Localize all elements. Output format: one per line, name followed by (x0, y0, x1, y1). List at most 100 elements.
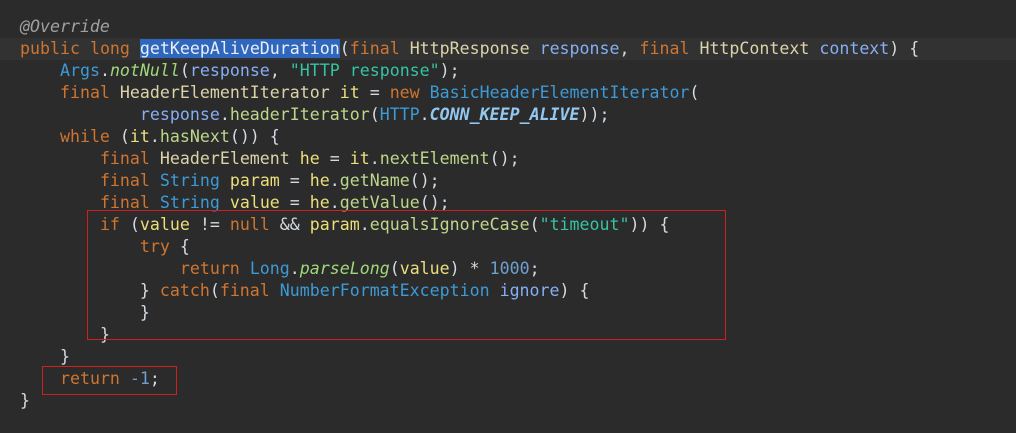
variable-name: value (229, 193, 280, 212)
variable-name: he (299, 149, 320, 168)
variable-name: param (309, 215, 360, 234)
string-literal: "timeout" (539, 215, 630, 234)
parameter-name: response (189, 61, 270, 80)
keyword: final (99, 149, 150, 168)
code-text: ( (689, 83, 700, 102)
keyword: return (59, 369, 120, 388)
parameter-name: context (819, 39, 890, 58)
method-call: getValue (339, 193, 420, 212)
interface-name: HeaderElement (159, 149, 290, 168)
class-name: Args (59, 61, 100, 80)
code-line[interactable]: try { (0, 236, 1016, 258)
variable-name: value (399, 259, 450, 278)
code-text: . (219, 105, 230, 124)
code-line[interactable]: final HeaderElementIterator it = new Bas… (0, 82, 1016, 104)
code-text: ); (439, 61, 460, 80)
code-line[interactable]: } (0, 390, 1016, 412)
code-area[interactable]: @Override public long getKeepAliveDuratio… (0, 16, 1016, 412)
code-text: . (99, 61, 110, 80)
code-text: , (269, 61, 290, 80)
keyword: final (99, 171, 150, 190)
code-text: , (619, 39, 640, 58)
code-line[interactable]: final String param = he.getName(); (0, 170, 1016, 192)
current-code-line[interactable]: public long getKeepAliveDuration(final H… (0, 38, 1016, 60)
parameter-name: ignore (499, 281, 560, 300)
code-text: ; (529, 259, 540, 278)
code-text: ()) { (229, 127, 280, 146)
code-text: ) { (889, 39, 920, 58)
keyword: final (219, 281, 270, 300)
code-text: ; (149, 369, 160, 388)
code-line[interactable]: } catch(final NumberFormatException igno… (0, 280, 1016, 302)
code-text: . (419, 105, 430, 124)
variable-name: it (339, 83, 360, 102)
code-editor[interactable]: @Override public long getKeepAliveDuratio… (0, 0, 1016, 433)
code-line[interactable]: final HeaderElement he = it.nextElement(… (0, 148, 1016, 170)
method-call: nextElement (379, 149, 490, 168)
code-text: . (329, 193, 340, 212)
code-text: ) { (559, 281, 590, 300)
interface-name: HttpContext (699, 39, 810, 58)
keyword: final (59, 83, 110, 102)
string-literal: "HTTP response" (289, 61, 440, 80)
code-line[interactable]: @Override (0, 16, 1016, 38)
code-line[interactable]: return -1; (0, 368, 1016, 390)
class-name: BasicHeaderElementIterator (429, 83, 690, 102)
parameter-name: response (539, 39, 620, 58)
keyword: long (89, 39, 130, 58)
code-text: ( (119, 215, 140, 234)
variable-name: param (229, 171, 280, 190)
interface-name: HeaderElementIterator (119, 83, 330, 102)
code-text: } (20, 391, 30, 410)
code-text: } (99, 325, 110, 344)
interface-name: HttpResponse (409, 39, 530, 58)
keyword: new (389, 83, 420, 102)
variable-name: value (139, 215, 190, 234)
code-text: } (59, 347, 70, 366)
code-line[interactable]: while (it.hasNext()) { (0, 126, 1016, 148)
code-text: ( (179, 61, 190, 80)
keyword: final (99, 193, 150, 212)
number-literal: 1000 (489, 259, 530, 278)
constant-name: CONN_KEEP_ALIVE (429, 105, 580, 124)
code-line[interactable]: return Long.parseLong(value) * 1000; (0, 258, 1016, 280)
code-text: (); (419, 193, 450, 212)
code-text: } (139, 281, 160, 300)
static-method-call: parseLong (299, 259, 390, 278)
code-line[interactable]: } (0, 346, 1016, 368)
keyword: try (139, 237, 170, 256)
code-line[interactable]: if (value != null && param.equalsIgnoreC… (0, 214, 1016, 236)
code-line[interactable]: final String value = he.getValue(); (0, 192, 1016, 214)
code-line[interactable]: } (0, 324, 1016, 346)
code-text: ( (529, 215, 540, 234)
code-text: ( (209, 281, 220, 300)
code-line[interactable]: Args.notNull(response, "HTTP response"); (0, 60, 1016, 82)
code-text: ( (369, 105, 380, 124)
code-text: ( (339, 39, 350, 58)
code-line[interactable]: } (0, 302, 1016, 324)
variable-name: he (309, 171, 330, 190)
code-line[interactable]: response.headerIterator(HTTP.CONN_KEEP_A… (0, 104, 1016, 126)
parameter-name: response (139, 105, 220, 124)
